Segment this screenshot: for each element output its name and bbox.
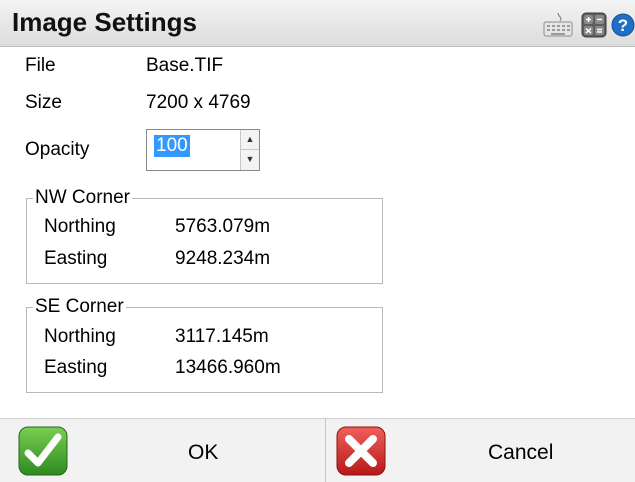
spin-up-button[interactable]: ▲ [241, 130, 259, 150]
se-northing-label: Northing [44, 326, 116, 347]
se-northing-value: 3117.145m [175, 326, 269, 347]
nw-easting-value: 9248.234m [175, 248, 271, 269]
se-easting-value: 13466.960m [175, 357, 281, 378]
size-value: 7200 x 4769 [146, 92, 251, 113]
nw-corner-title: NW Corner [33, 187, 133, 209]
ok-button-label: OK [188, 441, 219, 464]
window-title: Image Settings [12, 7, 197, 37]
nw-northing-value: 5763.079m [175, 216, 271, 237]
x-icon [336, 426, 386, 476]
opacity-input[interactable]: 100 [154, 135, 190, 157]
keyboard-icon[interactable] [543, 12, 573, 37]
opacity-label: Opacity [25, 139, 90, 160]
nw-corner-group: NW Corner Northing 5763.079m Easting 924… [26, 187, 383, 284]
opacity-spinbox[interactable]: 100 ▲ ▼ [146, 129, 260, 171]
size-label: Size [25, 92, 62, 113]
cancel-button-label: Cancel [488, 441, 554, 464]
se-corner-group: SE Corner Northing 3117.145m Easting 134… [26, 296, 383, 393]
svg-text:?: ? [618, 16, 628, 35]
nw-northing-label: Northing [44, 216, 116, 237]
nw-easting-label: Easting [44, 248, 108, 269]
checkmark-icon [18, 426, 68, 476]
title-bar: Image Settings ? [0, 0, 635, 47]
calculator-icon[interactable] [581, 12, 607, 38]
file-value: Base.TIF [146, 55, 224, 76]
help-icon[interactable]: ? [611, 12, 635, 37]
cancel-button[interactable]: Cancel [326, 419, 635, 482]
footer-bar: OK Cancel [0, 418, 635, 482]
ok-button[interactable]: OK [0, 419, 325, 482]
se-easting-label: Easting [44, 357, 108, 378]
spin-down-button[interactable]: ▼ [241, 150, 259, 169]
spin-buttons: ▲ ▼ [240, 130, 259, 170]
file-label: File [25, 55, 56, 76]
se-corner-title: SE Corner [33, 296, 126, 318]
